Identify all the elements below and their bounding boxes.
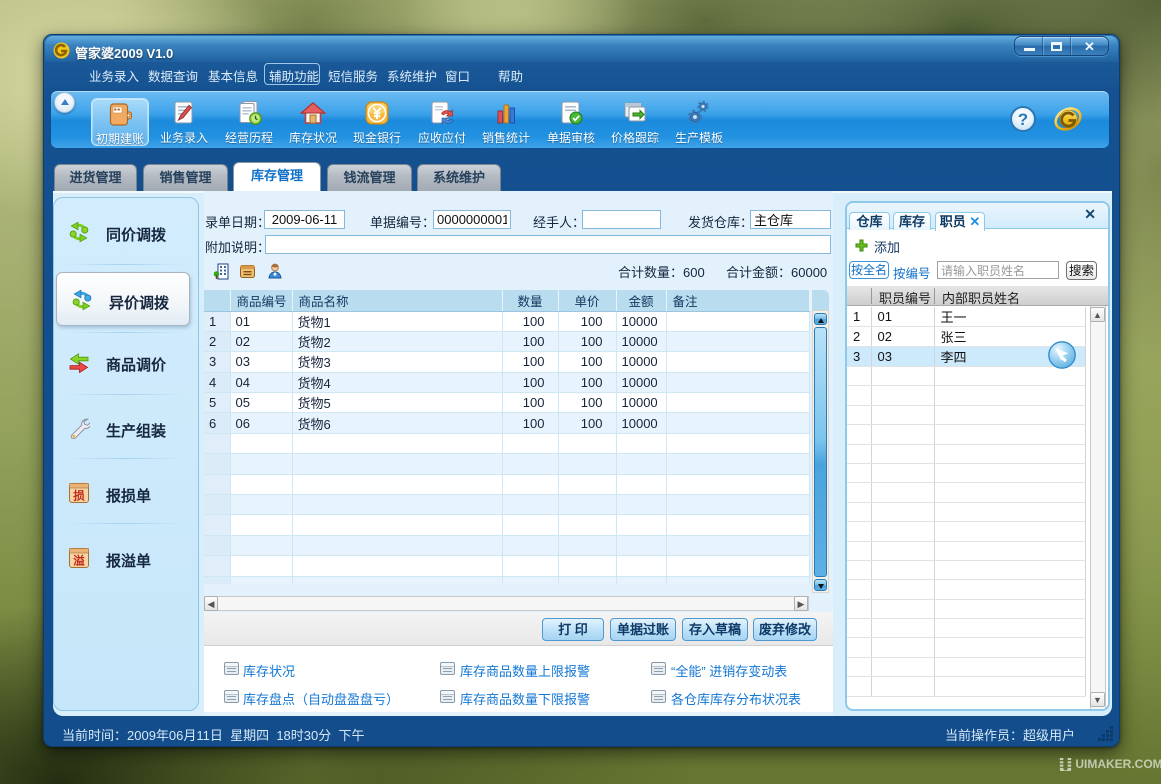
- svg-text:溢: 溢: [73, 554, 85, 568]
- svg-text:损: 损: [73, 489, 85, 503]
